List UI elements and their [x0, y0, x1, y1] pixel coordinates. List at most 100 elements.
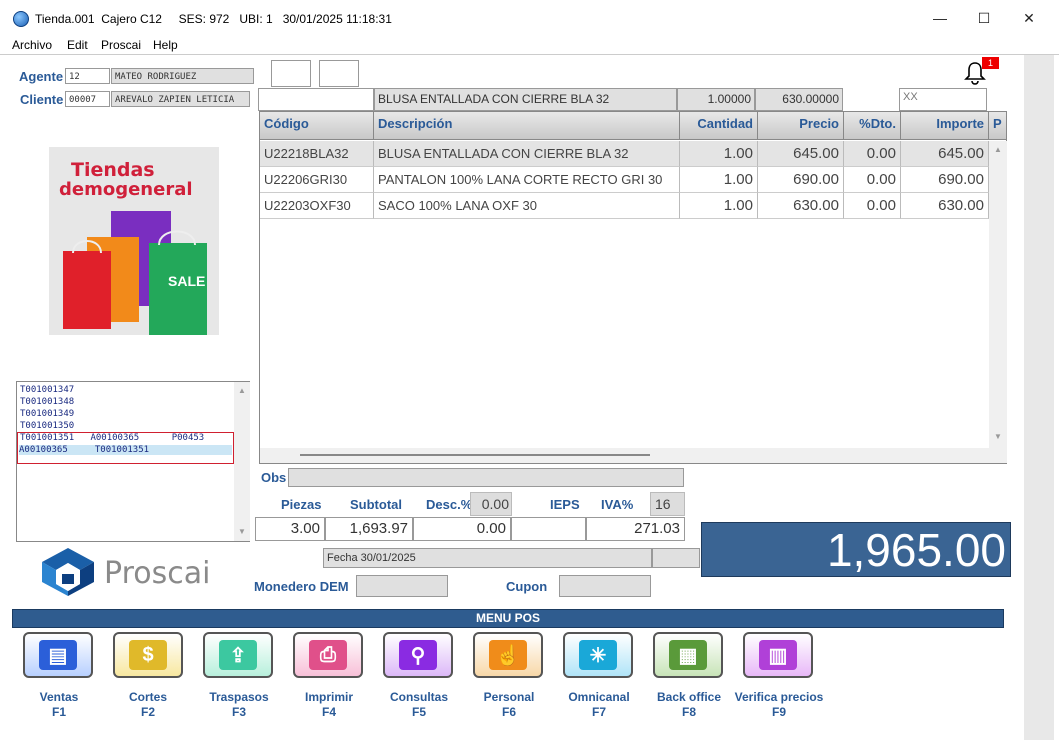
- row-desc: PANTALON 100% LANA CORTE RECTO GRI 30: [374, 167, 680, 193]
- col-precio[interactable]: Precio: [758, 112, 844, 140]
- window-title: Tienda.001 Cajero C12 SES: 972 UBI: 1 30…: [35, 12, 392, 26]
- tickets-list[interactable]: T001001347 T001001348 T001001349 T001001…: [16, 381, 250, 542]
- list-scrollbar[interactable]: ▲ ▼: [234, 382, 250, 541]
- h-scroll-thumb[interactable]: [300, 454, 650, 456]
- row-imp: 645.00: [901, 141, 989, 167]
- list-item-selected[interactable]: A00100365 T001001351: [19, 445, 232, 455]
- scroll-up-arrow-icon[interactable]: ▲: [238, 386, 246, 395]
- col-importe[interactable]: Importe: [901, 112, 989, 140]
- row-desc: SACO 100% LANA OXF 30: [374, 193, 680, 219]
- scroll-down-arrow-icon[interactable]: ▼: [994, 432, 1002, 441]
- desc-label: Desc.%: [426, 497, 473, 512]
- row-code: U22203OXF30: [260, 193, 374, 219]
- imprimir-label[interactable]: Imprimir F4: [279, 690, 379, 720]
- cliente-name-field: AREVALO ZAPIEN LETICIA: [111, 91, 250, 107]
- agente-code-field[interactable]: 12: [65, 68, 110, 84]
- monedero-field[interactable]: [356, 575, 448, 597]
- cortes-label[interactable]: Cortes F2: [98, 690, 198, 720]
- menu-bar: Archivo Edit Proscai Help: [0, 36, 1059, 55]
- grand-total: 1,965.00: [701, 522, 1011, 577]
- entry-description: BLUSA ENTALLADA CON CIERRE BLA 32: [374, 88, 677, 111]
- traspasos-label[interactable]: Traspasos F3: [189, 690, 289, 720]
- promo-image: Tiendas demogeneral SALE: [49, 147, 219, 335]
- row-code: U22206GRI30: [260, 167, 374, 193]
- cliente-code-field[interactable]: 00007: [65, 91, 110, 107]
- list-item[interactable]: T001001351 A00100365 P00453: [20, 433, 204, 443]
- personal-button[interactable]: ☝: [473, 632, 543, 678]
- aux-box-2[interactable]: [319, 60, 359, 87]
- scroll-up-arrow-icon[interactable]: ▲: [994, 145, 1002, 154]
- entry-extra-field[interactable]: XX: [899, 88, 987, 111]
- app-globe-icon: [13, 11, 29, 27]
- proscai-logo-text: Proscai: [104, 556, 211, 591]
- aux-box-1[interactable]: [271, 60, 311, 87]
- entry-quantity: 1.00000: [677, 88, 755, 111]
- menu-archivo[interactable]: Archivo: [12, 38, 52, 52]
- grid-vertical-scrollbar[interactable]: ▲ ▼: [989, 141, 1007, 463]
- minimize-button[interactable]: —: [930, 8, 950, 28]
- cortes-cash-icon: $: [129, 640, 167, 670]
- agente-label: Agente: [19, 69, 64, 84]
- back-office-label[interactable]: Back office F8: [639, 690, 739, 720]
- verifica-precios-button[interactable]: ▥: [743, 632, 813, 678]
- ventas-receipt-icon: ▤: [39, 640, 77, 670]
- row-code: U22218BLA32: [260, 141, 374, 167]
- obs-field[interactable]: [288, 468, 684, 487]
- imprimir-button[interactable]: ⎙: [293, 632, 363, 678]
- list-item[interactable]: T001001350: [20, 421, 74, 431]
- notification-badge: 1: [982, 57, 999, 69]
- omnicanal-label[interactable]: Omnicanal F7: [549, 690, 649, 720]
- scroll-down-arrow-icon[interactable]: ▼: [238, 527, 246, 536]
- personal-label[interactable]: Personal F6: [459, 690, 559, 720]
- row-imp: 630.00: [901, 193, 989, 219]
- menu-pos-title: MENU POS: [12, 609, 1004, 628]
- col-dto[interactable]: %Dto.: [844, 112, 901, 140]
- omnicanal-button[interactable]: ✳: [563, 632, 633, 678]
- row-dto: 0.00: [844, 141, 901, 167]
- col-p[interactable]: P: [989, 112, 1007, 140]
- back-office-button[interactable]: ▦: [653, 632, 723, 678]
- consultas-button[interactable]: ⚲: [383, 632, 453, 678]
- ventas-button[interactable]: ▤: [23, 632, 93, 678]
- items-grid[interactable]: Código Descripción Cantidad Precio %Dto.…: [259, 111, 1007, 464]
- list-item[interactable]: T001001347: [20, 385, 74, 395]
- proscai-logo-icon: [42, 548, 94, 596]
- cortes-button[interactable]: $: [113, 632, 183, 678]
- row-price: 645.00: [758, 141, 844, 167]
- menu-proscai[interactable]: Proscai: [101, 38, 141, 52]
- menu-edit[interactable]: Edit: [67, 38, 88, 52]
- entry-price: 630.00000: [755, 88, 843, 111]
- col-descripcion[interactable]: Descripción: [374, 112, 680, 140]
- list-item[interactable]: T001001349: [20, 409, 74, 419]
- window-scrollbar[interactable]: [1024, 55, 1054, 740]
- desc-value: 0.00: [413, 517, 511, 541]
- iva-value: 271.03: [586, 517, 685, 541]
- col-cantidad[interactable]: Cantidad: [680, 112, 758, 140]
- menu-help[interactable]: Help: [153, 38, 178, 52]
- monedero-label: Monedero DEM: [254, 579, 349, 594]
- verifica-precios-label[interactable]: Verifica precios F9: [729, 690, 829, 720]
- row-dto: 0.00: [844, 167, 901, 193]
- maximize-button[interactable]: ☐: [974, 8, 994, 28]
- desc-pct-field[interactable]: 0.00: [470, 492, 512, 516]
- code-entry-input[interactable]: [258, 88, 374, 111]
- promo-text-1: Tiendas: [71, 159, 155, 181]
- col-codigo[interactable]: Código: [260, 112, 374, 140]
- ventas-label[interactable]: Ventas F1: [9, 690, 109, 720]
- row-qty: 1.00: [680, 167, 758, 193]
- traspasos-button[interactable]: ⇪: [203, 632, 273, 678]
- list-item[interactable]: T001001348: [20, 397, 74, 407]
- grid-horizontal-scrollbar[interactable]: [260, 448, 989, 463]
- iva-pct-field[interactable]: 16: [650, 492, 685, 516]
- cupon-field[interactable]: [559, 575, 651, 597]
- close-button[interactable]: ✕: [1019, 8, 1039, 28]
- shopping-bags-icon: [63, 211, 207, 335]
- network-icon: ✳: [579, 640, 617, 670]
- building-icon: ▦: [669, 640, 707, 670]
- fecha-field: Fecha 30/01/2025: [323, 548, 652, 568]
- consultas-label[interactable]: Consultas F5: [369, 690, 469, 720]
- barcode-icon: ▥: [759, 640, 797, 670]
- subtotal-label: Subtotal: [350, 497, 402, 512]
- piezas-value: 3.00: [255, 517, 325, 541]
- title-bar: Tienda.001 Cajero C12 SES: 972 UBI: 1 30…: [0, 0, 1059, 36]
